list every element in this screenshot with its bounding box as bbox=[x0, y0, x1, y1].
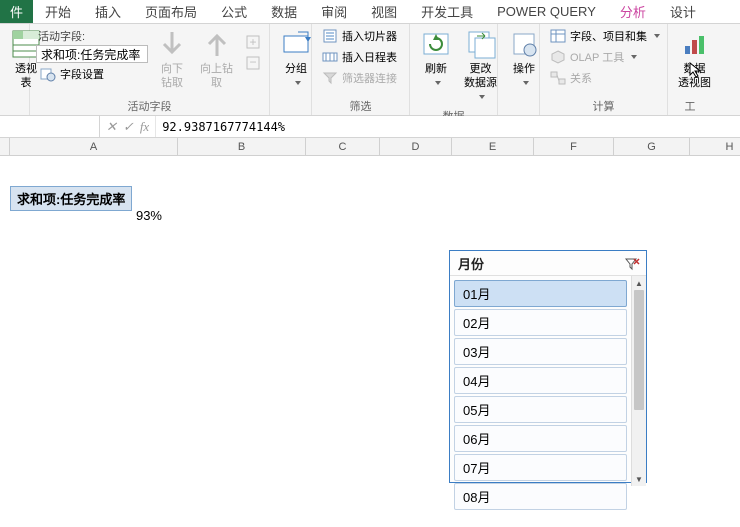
actions-button[interactable]: 操作 bbox=[504, 26, 544, 92]
file-tab[interactable]: 件 bbox=[0, 0, 33, 23]
tab-6[interactable]: 视图 bbox=[359, 0, 409, 23]
slicer-scrollbar[interactable]: ▲ ▼ bbox=[631, 276, 646, 486]
filter-connections-button: 筛选器连接 bbox=[318, 68, 401, 88]
olap-tools-button: OLAP 工具 bbox=[546, 47, 664, 67]
change-data-source-button[interactable]: 更改 数据源 bbox=[460, 26, 501, 106]
expand-field-button: + bbox=[241, 32, 265, 52]
slicer-item[interactable]: 08月 bbox=[454, 483, 627, 510]
tab-10[interactable]: 设计 bbox=[658, 0, 708, 23]
drill-up-button: 向上钻 取 bbox=[196, 26, 237, 92]
column-header[interactable]: G bbox=[614, 138, 690, 155]
column-header[interactable]: H bbox=[690, 138, 740, 155]
column-header[interactable]: A bbox=[10, 138, 178, 155]
group-label-filter: 筛选 bbox=[318, 96, 403, 115]
refresh-button[interactable]: 刷新 bbox=[416, 26, 456, 92]
group-label-active-field: 活动字段 bbox=[36, 96, 263, 115]
drill-down-button: 向下钻取 bbox=[152, 26, 192, 92]
ribbon: 透视表 活动字段: 字段设置 向下钻取 向上钻 取 bbox=[0, 24, 740, 116]
slicer[interactable]: 月份 01月02月03月04月05月06月07月08月 ▲ ▼ bbox=[449, 250, 647, 483]
slicer-item[interactable]: 07月 bbox=[454, 454, 627, 481]
collapse-field-button: − bbox=[241, 53, 265, 73]
ribbon-tabbar: 件 开始插入页面布局公式数据审阅视图开发工具POWER QUERY分析设计 bbox=[0, 0, 740, 24]
tab-9[interactable]: 分析 bbox=[608, 0, 658, 23]
select-all-corner[interactable] bbox=[0, 138, 10, 155]
field-settings-button[interactable]: 字段设置 bbox=[36, 64, 148, 84]
tab-4[interactable]: 数据 bbox=[259, 0, 309, 23]
insert-slicer-button[interactable]: 插入切片器 bbox=[318, 26, 401, 46]
pivot-chart-button[interactable]: 数据 透视图 bbox=[674, 26, 715, 92]
scroll-up-arrow[interactable]: ▲ bbox=[632, 276, 646, 290]
clear-filter-icon[interactable] bbox=[624, 257, 640, 271]
relations-button: 关系 bbox=[546, 68, 664, 88]
tab-1[interactable]: 插入 bbox=[83, 0, 133, 23]
tab-0[interactable]: 开始 bbox=[33, 0, 83, 23]
fx-icon[interactable]: fx bbox=[140, 119, 149, 135]
group-label-tools: 工 bbox=[674, 96, 706, 115]
slicer-item[interactable]: 02月 bbox=[454, 309, 627, 336]
column-header[interactable]: D bbox=[380, 138, 452, 155]
scroll-down-arrow[interactable]: ▼ bbox=[632, 472, 646, 486]
scroll-thumb[interactable] bbox=[634, 290, 644, 410]
column-header[interactable]: E bbox=[452, 138, 534, 155]
svg-text:+: + bbox=[249, 35, 256, 49]
tab-3[interactable]: 公式 bbox=[209, 0, 259, 23]
column-header[interactable]: F bbox=[534, 138, 614, 155]
formula-cancel-icon[interactable]: ✕ bbox=[106, 119, 117, 135]
worksheet[interactable]: ABCDEFGH 求和项:任务完成率 93% 月份 01月02月03月04月05… bbox=[0, 138, 740, 527]
slicer-item[interactable]: 03月 bbox=[454, 338, 627, 365]
formula-bar: ✕ ✓ fx bbox=[0, 116, 740, 138]
pivot-value-cell[interactable]: 93% bbox=[10, 206, 168, 225]
tab-2[interactable]: 页面布局 bbox=[133, 0, 209, 23]
slicer-item[interactable]: 06月 bbox=[454, 425, 627, 452]
active-field-title: 活动字段: bbox=[36, 28, 148, 44]
formula-input[interactable] bbox=[156, 116, 740, 137]
active-field-input[interactable] bbox=[36, 45, 148, 63]
tab-7[interactable]: 开发工具 bbox=[409, 0, 485, 23]
column-header[interactable]: B bbox=[178, 138, 306, 155]
slicer-item[interactable]: 01月 bbox=[454, 280, 627, 307]
slicer-item[interactable]: 05月 bbox=[454, 396, 627, 423]
slicer-title: 月份 bbox=[458, 254, 484, 273]
name-box[interactable] bbox=[0, 116, 100, 137]
svg-text:−: − bbox=[249, 55, 256, 69]
column-header[interactable]: C bbox=[306, 138, 380, 155]
insert-timeline-button[interactable]: 插入日程表 bbox=[318, 47, 401, 67]
tab-8[interactable]: POWER QUERY bbox=[485, 0, 608, 23]
group-label-calc: 计算 bbox=[546, 96, 661, 115]
formula-accept-icon[interactable]: ✓ bbox=[123, 119, 134, 135]
tab-5[interactable]: 审阅 bbox=[309, 0, 359, 23]
fields-items-sets-button[interactable]: 字段、项目和集 bbox=[546, 26, 664, 46]
slicer-item[interactable]: 04月 bbox=[454, 367, 627, 394]
grouping-button[interactable]: 分组 bbox=[276, 26, 316, 92]
